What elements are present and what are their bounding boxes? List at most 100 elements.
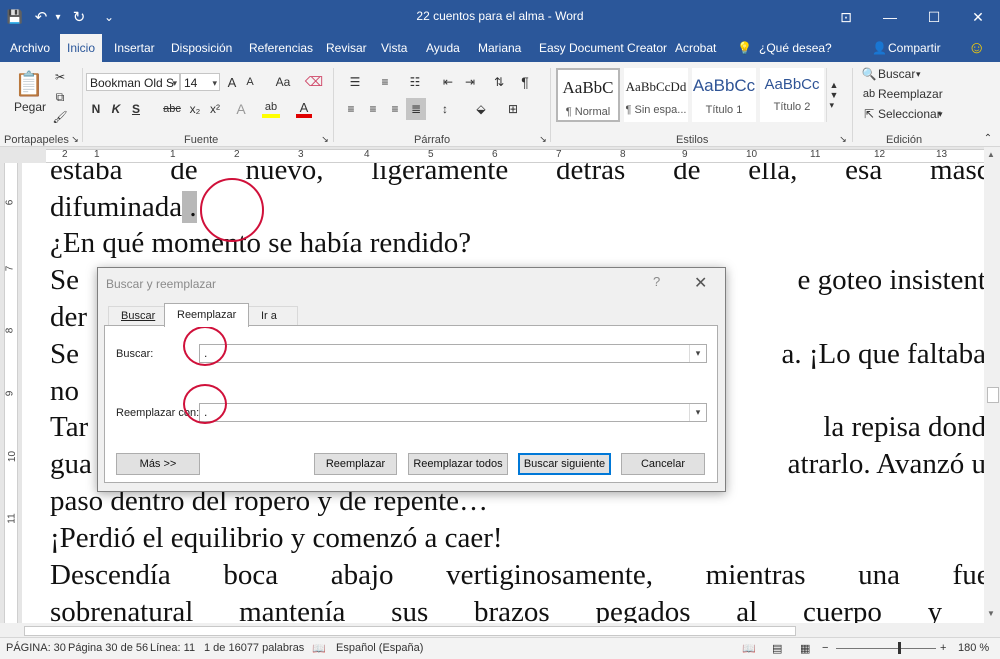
show-marks-button[interactable]: ¶ xyxy=(516,73,534,91)
read-mode-icon[interactable]: 📖 xyxy=(742,642,756,655)
format-painter-icon[interactable]: 🖌 xyxy=(50,108,70,126)
tab-referencias[interactable]: Referencias xyxy=(249,34,313,62)
align-right-icon[interactable]: ≡ xyxy=(386,100,404,118)
style-titulo-2[interactable]: AaBbCc Título 2 xyxy=(760,68,824,122)
tab-archivo[interactable]: Archivo xyxy=(10,34,50,62)
bold-button[interactable]: N xyxy=(88,100,104,118)
borders-icon[interactable]: ⊞ xyxy=(500,100,526,118)
horizontal-scrollbar[interactable] xyxy=(0,623,1000,637)
tab-insertar[interactable]: Insertar xyxy=(114,34,155,62)
scrollbar-thumb[interactable] xyxy=(987,387,999,403)
share-button[interactable]: Compartir xyxy=(888,34,941,62)
status-word-count[interactable]: 1 de 16077 palabras xyxy=(204,642,304,654)
zoom-in-icon[interactable]: + xyxy=(940,642,946,654)
scroll-down-icon[interactable]: ▼ xyxy=(987,609,995,618)
font-name-combo[interactable]: Bookman Old S ▾ xyxy=(86,73,180,91)
text-effects-button[interactable]: A xyxy=(232,100,250,118)
find-button[interactable]: Buscar xyxy=(878,66,915,82)
strikethrough-button[interactable]: abc xyxy=(160,100,184,118)
style-sin-espaciado[interactable]: AaBbCcDd ¶ Sin espa... xyxy=(624,68,688,122)
multilevel-list-icon[interactable]: ☷ xyxy=(402,73,428,91)
paragraph-launcher-icon[interactable]: ↘ xyxy=(538,134,548,144)
bullets-icon[interactable]: ☰ xyxy=(342,73,368,91)
italic-button[interactable]: K xyxy=(108,100,124,118)
copy-icon[interactable]: ⧉ xyxy=(50,88,70,106)
shrink-font-icon[interactable]: A xyxy=(242,73,258,91)
status-page-of[interactable]: Página 30 de 56 xyxy=(68,642,148,654)
tab-vista[interactable]: Vista xyxy=(381,34,407,62)
styles-launcher-icon[interactable]: ↘ xyxy=(838,134,848,144)
horizontal-ruler[interactable]: 2 1 1 2 3 4 5 6 7 8 9 10 11 12 13 xyxy=(0,147,990,163)
undo-icon[interactable]: ↶ xyxy=(30,0,52,34)
line-spacing-icon[interactable]: ↕ xyxy=(432,100,458,118)
font-size-combo[interactable]: 14 ▾ xyxy=(180,73,220,91)
clear-formatting-icon[interactable]: ⌫ xyxy=(304,73,324,91)
increase-indent-icon[interactable]: ⇥ xyxy=(460,73,480,91)
highlight-color-button[interactable]: ab xyxy=(262,100,280,118)
redo-icon[interactable]: ↻ xyxy=(64,0,94,34)
tab-easy-document-creator[interactable]: Easy Document Creator xyxy=(539,34,667,62)
numbering-icon[interactable]: ≡ xyxy=(372,73,398,91)
cancel-button[interactable]: Cancelar xyxy=(621,453,705,475)
clipboard-launcher-icon[interactable]: ↘ xyxy=(70,134,80,144)
grow-font-icon[interactable]: A xyxy=(224,73,240,91)
proofing-icon[interactable]: 📖 xyxy=(312,642,326,655)
customize-qat-icon[interactable]: ⌄ xyxy=(94,0,124,34)
zoom-level[interactable]: 180 % xyxy=(958,642,989,654)
underline-button[interactable]: S xyxy=(128,100,144,118)
align-left-icon[interactable]: ≡ xyxy=(342,100,360,118)
decrease-indent-icon[interactable]: ⇤ xyxy=(438,73,458,91)
superscript-button[interactable]: x² xyxy=(206,100,224,118)
scroll-up-icon[interactable]: ▲ xyxy=(987,150,995,159)
zoom-out-icon[interactable]: − xyxy=(822,642,828,654)
subscript-button[interactable]: x₂ xyxy=(186,100,204,118)
replace-input[interactable]: . ▾ xyxy=(199,403,707,422)
paste-icon[interactable]: 📋 xyxy=(14,68,44,100)
smiley-feedback-icon[interactable]: ☺ xyxy=(968,34,985,62)
tab-buscar[interactable]: Buscar xyxy=(108,306,169,326)
tab-ayuda[interactable]: Ayuda xyxy=(426,34,460,62)
tab-disposicion[interactable]: Disposición xyxy=(171,34,232,62)
styles-scroll[interactable]: ▲ ▼ ▾ xyxy=(826,68,841,122)
more-button[interactable]: Más >> xyxy=(116,453,200,475)
save-icon[interactable]: 💾 xyxy=(0,0,30,34)
vertical-scrollbar[interactable]: ▲ ▼ xyxy=(984,147,1000,623)
tab-reemplazar[interactable]: Reemplazar xyxy=(164,303,250,327)
cut-icon[interactable]: ✂ xyxy=(50,68,70,86)
tab-revisar[interactable]: Revisar xyxy=(326,34,367,62)
zoom-slider-thumb[interactable] xyxy=(898,642,901,654)
change-case-icon[interactable]: Aa xyxy=(268,73,298,91)
vertical-ruler[interactable]: 6 7 8 9 10 11 xyxy=(0,163,22,623)
chevron-down-icon[interactable]: ▾ xyxy=(689,345,706,362)
style-titulo-1[interactable]: AaBbCc Título 1 xyxy=(692,68,756,122)
status-page[interactable]: PÁGINA: 30 xyxy=(6,642,66,654)
close-button[interactable]: ✕ xyxy=(956,0,1000,34)
style-normal[interactable]: AaBbC ¶ Normal xyxy=(556,68,620,122)
undo-dropdown-icon[interactable]: ▾ xyxy=(52,0,64,34)
replace-button[interactable]: Reemplazar xyxy=(878,86,943,102)
font-launcher-icon[interactable]: ↘ xyxy=(320,134,330,144)
replace-all-button[interactable]: Reemplazar todos xyxy=(408,453,508,475)
chevron-down-icon[interactable]: ▾ xyxy=(689,404,706,421)
status-line[interactable]: Línea: 11 xyxy=(150,642,195,654)
justify-icon[interactable]: ≣ xyxy=(406,98,426,120)
font-color-button[interactable]: A xyxy=(296,100,312,118)
tell-me-search[interactable]: ¿Qué desea? xyxy=(759,34,832,62)
help-button[interactable]: ? xyxy=(653,274,660,289)
align-center-icon[interactable]: ≡ xyxy=(364,100,382,118)
paste-button-label[interactable]: Pegar xyxy=(12,100,48,114)
minimize-button[interactable]: — xyxy=(868,0,912,34)
tab-acrobat[interactable]: Acrobat xyxy=(675,34,716,62)
shading-icon[interactable]: ⬙ xyxy=(468,100,494,118)
find-input[interactable]: . ▾ xyxy=(199,344,707,363)
chevron-down-icon[interactable]: ▾ xyxy=(916,66,921,82)
tab-inicio[interactable]: Inicio xyxy=(60,34,103,62)
maximize-button[interactable]: ☐ xyxy=(912,0,956,34)
zoom-slider[interactable] xyxy=(836,648,936,649)
collapse-ribbon-icon[interactable]: ⌃ xyxy=(982,132,994,144)
find-next-button[interactable]: Buscar siguiente xyxy=(518,453,611,475)
select-button[interactable]: Seleccionar xyxy=(878,106,941,122)
web-layout-icon[interactable]: ▦ xyxy=(800,642,810,655)
replace-button[interactable]: Reemplazar xyxy=(314,453,397,475)
ribbon-display-options-icon[interactable]: ⊡ xyxy=(824,0,868,34)
